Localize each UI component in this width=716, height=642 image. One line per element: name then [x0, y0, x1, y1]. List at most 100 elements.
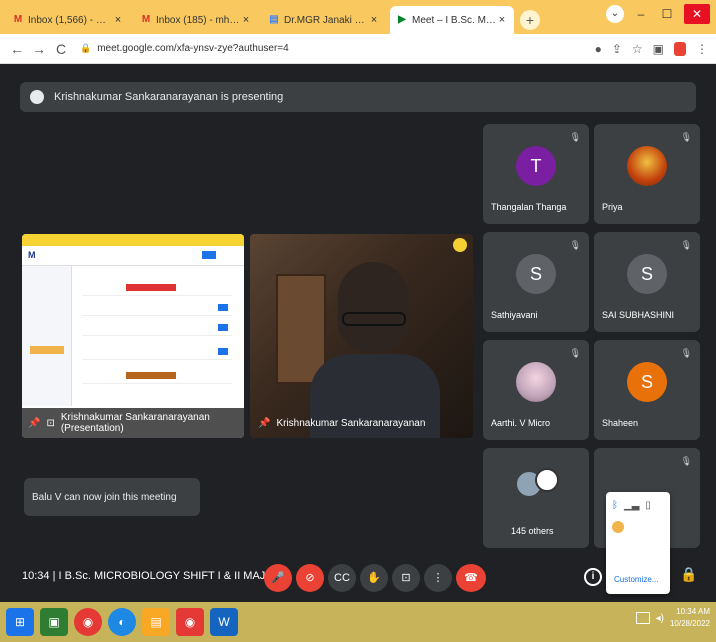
start-icon[interactable]: ⊞ [6, 608, 34, 636]
slide-row [82, 320, 232, 336]
docs-icon: ▤ [269, 14, 279, 25]
meeting-time: 10:34 [22, 570, 50, 582]
presentation-name: Krishnakumar Sankaranarayanan (Presentat… [60, 412, 210, 434]
avatar [30, 90, 44, 104]
mic-off-icon: 🎙 [680, 240, 692, 250]
camera-indicator-icon[interactable]: ● [595, 42, 602, 56]
info-icon[interactable]: i [584, 568, 602, 586]
captions-button[interactable]: CC [328, 564, 356, 592]
browser-tab-bar: M Inbox (1,566) - mjcmicro@gmail × M Inb… [0, 0, 716, 34]
presentation-tile[interactable]: M 📌 ⊡ Krishnakumar Sankaranarayanan (Pre… [22, 234, 244, 438]
more-options-button[interactable]: ⋮ [424, 564, 452, 592]
toolbar-button-block [202, 251, 216, 259]
extension-icon[interactable] [674, 41, 686, 56]
tab-gmail-2[interactable]: M Inbox (185) - mh_kalki@mgrjanaki × [134, 6, 258, 34]
participant-name: Aarthi. V Micro [491, 418, 551, 428]
tab-title: Meet – I B.Sc. MICROBIOLO [412, 14, 496, 26]
participant-tile[interactable]: 🎙 T Thangalan Thanga [483, 124, 589, 224]
meeting-controls: 10:34 | I B.Sc. MICROBIOLOGY SHIFT I & I… [0, 554, 716, 602]
camera-off-button[interactable]: ⊘ [296, 564, 324, 592]
share-icon[interactable]: ⇪ [612, 42, 622, 56]
participant-tile[interactable]: 🎙 Priya [594, 124, 700, 224]
leave-call-button[interactable]: ☎ [456, 564, 486, 592]
presenter-name: Krishnakumar Sankaranarayanan [276, 417, 426, 429]
participant-tile[interactable]: 🎙 Aarthi. V Micro [483, 340, 589, 440]
app-tray-icon[interactable] [612, 521, 624, 533]
pin-icon[interactable]: 📌 [258, 418, 270, 429]
avatar [516, 362, 556, 402]
clock-date: 10/28/2022 [669, 619, 710, 628]
meet-stage: Krishnakumar Sankaranarayanan is present… [0, 64, 716, 602]
gmail-icon: M [13, 14, 23, 25]
participant-name: Sathiyavani [491, 310, 538, 320]
folder-icon[interactable]: ▤ [142, 608, 170, 636]
participant-name: Priya [602, 202, 623, 212]
present-button[interactable]: ⊡ [392, 564, 420, 592]
row-tag [126, 284, 176, 291]
mic-off-icon: 🎙 [569, 348, 581, 358]
close-window-icon[interactable]: ✕ [684, 4, 710, 24]
sidebar-icon[interactable]: ▣ [653, 42, 664, 56]
chrome-icon[interactable]: ◉ [74, 608, 102, 636]
meeting-info: 10:34 | I B.Sc. MICROBIOLOGY SHIFT I & I… [22, 570, 304, 582]
tab-college[interactable]: ▤ Dr.MGR Janaki College of Arts & × [262, 6, 386, 34]
row-button [218, 348, 228, 355]
participant-name: SAI SUBHASHINI [602, 310, 675, 320]
tab-search-icon[interactable]: ⌄ [606, 5, 624, 23]
bookmark-star-icon[interactable]: ☆ [632, 42, 643, 56]
bluetooth-icon[interactable]: ᛒ [612, 500, 618, 511]
tab-title: Dr.MGR Janaki College of Arts & [284, 14, 368, 26]
url-field[interactable]: 🔒 meet.google.com/xfa-ynsv-zye?authuser=… [80, 43, 289, 54]
raise-hand-button[interactable]: ✋ [360, 564, 388, 592]
menu-icon[interactable]: ⋮ [696, 42, 708, 56]
edge-icon[interactable]: ◐ [108, 608, 136, 636]
row-button [218, 304, 228, 311]
slide-app-toolbar: M [22, 246, 244, 266]
taskbar: ⊞ ▣ ◉ ◐ ▤ ◉ W ◂) 10:34 AM 10/28/2022 [0, 602, 716, 642]
slide-sidebar [22, 266, 72, 406]
close-icon[interactable]: × [240, 14, 252, 26]
forward-icon[interactable]: → [30, 41, 48, 57]
participant-tile[interactable]: 🎙 S Shaheen [594, 340, 700, 440]
others-tile[interactable]: 145 others [483, 448, 589, 548]
close-icon[interactable]: × [368, 14, 380, 26]
mic-off-icon: 🎙 [680, 456, 692, 466]
minimize-icon[interactable]: – [632, 7, 650, 21]
avatar [535, 468, 559, 492]
avatar [627, 146, 667, 186]
slide-row [82, 280, 232, 296]
reload-icon[interactable]: C [52, 41, 70, 57]
volume-icon[interactable]: ◂) [656, 613, 664, 624]
participant-tile[interactable]: 🎙 S Sathiyavani [483, 232, 589, 332]
mic-off-icon: 🎙 [569, 240, 581, 250]
close-icon[interactable]: × [496, 14, 508, 26]
slide-top-bar [22, 234, 244, 246]
window-controls: ⌄ – ☐ ✕ [606, 4, 710, 24]
participant-tile[interactable]: 🎙 S SAI SUBHASHINI [594, 232, 700, 332]
word-icon[interactable]: W [210, 608, 238, 636]
new-tab-button[interactable]: + [520, 10, 540, 30]
back-icon[interactable]: ← [8, 41, 26, 57]
signal-icon[interactable]: ▁▃ [624, 500, 639, 511]
clock[interactable]: 10:34 AM 10/28/2022 [670, 606, 710, 630]
sidebar-highlight [30, 346, 64, 354]
tab-meet[interactable]: ▶ Meet – I B.Sc. MICROBIOLO × [390, 6, 514, 34]
app-icon[interactable]: ▣ [40, 608, 68, 636]
presenting-banner: Krishnakumar Sankaranarayanan is present… [20, 82, 696, 112]
participant-name: Thangalan Thanga [491, 202, 567, 212]
tray-icon[interactable] [635, 612, 650, 624]
host-controls-icon[interactable]: 🔒 [680, 566, 697, 583]
url-text: meet.google.com/xfa-ynsv-zye?authuser=4 [97, 43, 289, 54]
chrome-icon[interactable]: ◉ [176, 608, 204, 636]
tab-gmail-1[interactable]: M Inbox (1,566) - mjcmicro@gmail × [6, 6, 130, 34]
presenter-head [338, 262, 408, 352]
mic-off-icon: 🎙 [680, 348, 692, 358]
avatar: S [627, 362, 667, 402]
pin-icon[interactable]: 📌 [28, 418, 40, 429]
maximize-icon[interactable]: ☐ [658, 7, 676, 21]
system-tray: ◂) 10:34 AM 10/28/2022 [635, 606, 710, 630]
presenter-camera-tile[interactable]: 📌 Krishnakumar Sankaranarayanan [250, 234, 473, 438]
mic-off-button[interactable]: 🎤 [264, 564, 292, 592]
battery-icon[interactable]: ▯ [645, 500, 651, 511]
close-icon[interactable]: × [112, 14, 124, 26]
